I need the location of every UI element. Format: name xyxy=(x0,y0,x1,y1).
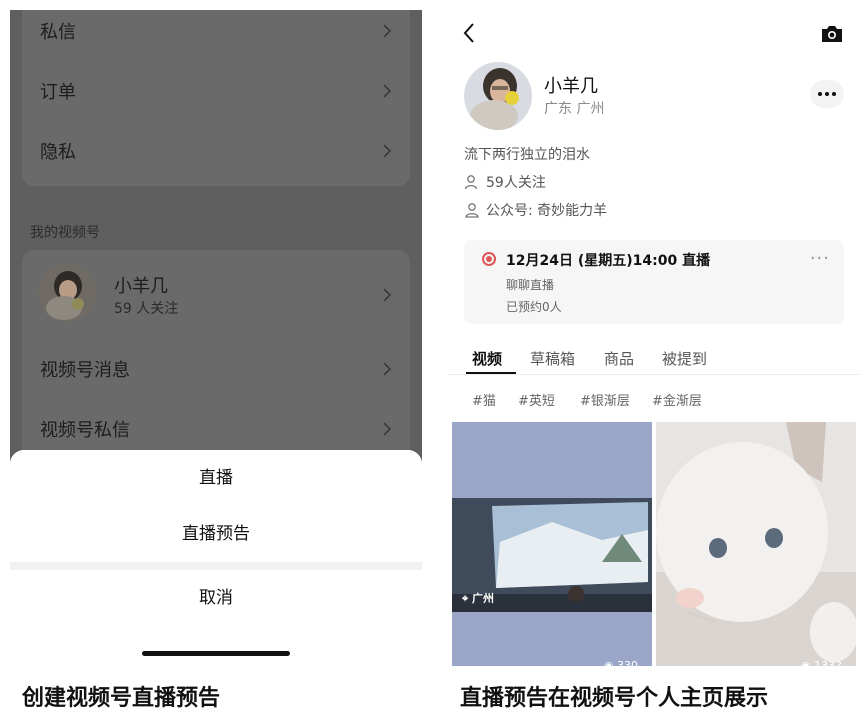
menu-item-messages[interactable]: 私信 xyxy=(22,10,410,64)
tab-products[interactable]: 商品 xyxy=(604,348,634,369)
more-options-button[interactable] xyxy=(810,80,844,108)
channel-profile-row[interactable]: 小羊几 59 人关注 xyxy=(22,250,410,338)
chevron-right-icon xyxy=(383,422,392,436)
live-preview-card[interactable]: 12月24日 (星期五)14:00 直播 聊聊直播 已预约0人 ··· xyxy=(464,240,844,324)
video-thumbnail[interactable]: ◉ 1332 xyxy=(656,422,856,666)
menu-item-label: 私信 xyxy=(40,22,76,43)
live-more-icon[interactable]: ··· xyxy=(810,248,830,269)
official-account-text: 公众号: 奇妙能力羊 xyxy=(486,203,608,219)
profile-bio: 流下两行独立的泪水 xyxy=(464,147,590,163)
tag-silver-shaded[interactable]: #银渐层 xyxy=(580,390,630,409)
video-views: ◉ 330 xyxy=(603,659,638,666)
tab-mentions[interactable]: 被提到 xyxy=(662,348,707,369)
profile-avatar[interactable] xyxy=(464,62,532,130)
followers-line[interactable]: 59人关注 xyxy=(464,172,546,192)
avatar xyxy=(38,264,96,322)
video-thumbnail-image xyxy=(656,422,856,666)
tag-golden-shaded[interactable]: #金渐层 xyxy=(652,390,702,409)
channel-item-label: 视频号消息 xyxy=(40,360,130,381)
tab-videos[interactable]: 视频 xyxy=(472,348,502,369)
action-sheet: 直播 直播预告 取消 xyxy=(10,450,422,666)
chevron-right-icon xyxy=(383,362,392,376)
chevron-right-icon xyxy=(383,24,392,38)
live-indicator-icon xyxy=(482,252,496,266)
home-indicator xyxy=(142,651,290,656)
tag-cat[interactable]: #猫 xyxy=(472,390,496,409)
camera-icon[interactable] xyxy=(820,24,844,44)
video-location: ⌖ 广州 xyxy=(462,592,495,605)
tag-british-shorthair[interactable]: #英短 xyxy=(518,390,555,409)
official-account-icon xyxy=(465,203,479,218)
live-preview-button[interactable]: 直播预告 xyxy=(10,506,422,562)
right-caption: 直播预告在视频号个人主页展示 xyxy=(460,686,769,711)
profile-name: 小羊几 xyxy=(544,76,598,97)
cancel-button-label: 取消 xyxy=(199,588,233,608)
channel-followers: 59 人关注 xyxy=(114,301,179,317)
chevron-right-icon xyxy=(383,288,392,302)
live-reservations: 已预约0人 xyxy=(506,300,562,314)
chevron-right-icon xyxy=(383,84,392,98)
live-button[interactable]: 直播 xyxy=(10,450,422,506)
left-caption: 创建视频号直播预告 xyxy=(22,686,221,711)
section-title: 我的视频号 xyxy=(30,225,100,241)
channel-name: 小羊几 xyxy=(114,276,168,297)
chevron-right-icon xyxy=(383,144,392,158)
tab-drafts[interactable]: 草稿箱 xyxy=(530,348,575,369)
menu-item-orders[interactable]: 订单 xyxy=(22,64,410,124)
video-thumbnail[interactable]: ⌖ 广州 ◉ 330 xyxy=(452,422,652,666)
right-phone-screen: 小羊几 广东 广州 流下两行独立的泪水 59人关注 公众号: 奇妙能力羊 12月… xyxy=(448,10,860,666)
left-phone-screen: 私信 订单 隐私 我的视频号 小羊几 59 人关注 视频号消息 视频号私信 直播… xyxy=(10,10,422,666)
live-title: 12月24日 (星期五)14:00 直播 xyxy=(506,253,711,269)
tabs-divider xyxy=(448,374,860,375)
back-icon[interactable] xyxy=(462,22,476,44)
live-button-label: 直播 xyxy=(199,468,233,488)
live-preview-button-label: 直播预告 xyxy=(182,524,250,544)
more-dots-icon xyxy=(818,92,836,96)
official-account-line[interactable]: 公众号: 奇妙能力羊 xyxy=(464,200,607,220)
video-thumbnail-image xyxy=(452,422,652,666)
settings-menu-card: 私信 订单 隐私 xyxy=(22,10,410,186)
channel-item-messages[interactable]: 视频号消息 xyxy=(22,342,410,402)
profile-location: 广东 广州 xyxy=(544,101,605,117)
menu-item-label: 隐私 xyxy=(40,142,76,163)
channel-item-label: 视频号私信 xyxy=(40,420,130,441)
followers-count: 59人关注 xyxy=(486,175,546,191)
live-subtitle: 聊聊直播 xyxy=(506,278,555,292)
video-views: ◉ 1332 xyxy=(800,659,842,666)
user-follow-icon xyxy=(464,175,478,190)
menu-item-privacy[interactable]: 隐私 xyxy=(22,124,410,184)
menu-item-label: 订单 xyxy=(40,82,76,103)
